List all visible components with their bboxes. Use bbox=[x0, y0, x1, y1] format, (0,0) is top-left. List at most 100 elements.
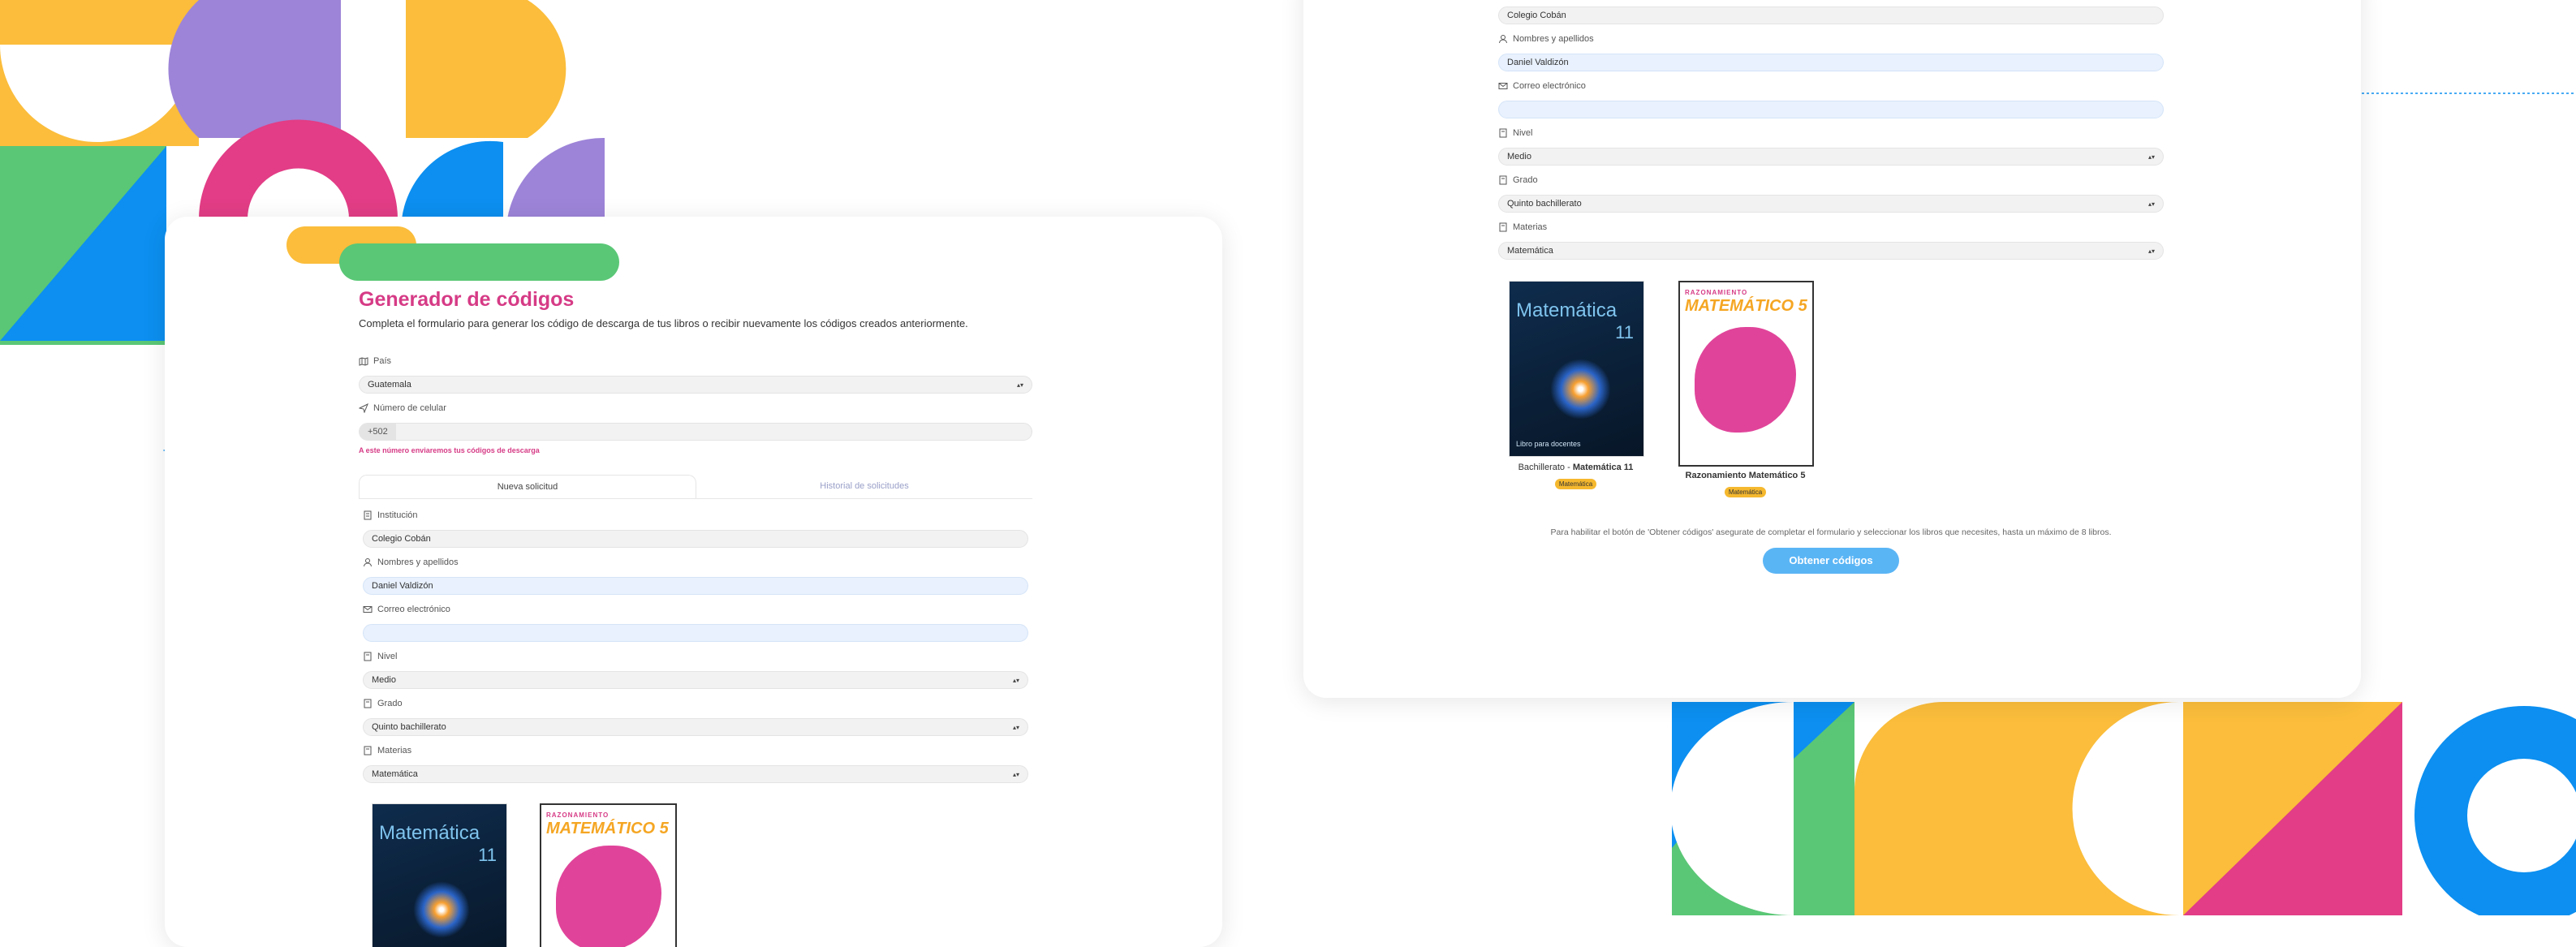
book-cover-matematica-11[interactable]: Matemática 11 Libro para docentes bbox=[1509, 281, 1644, 457]
book-badge-row-1: Matemática bbox=[1509, 476, 1643, 490]
user-icon bbox=[364, 558, 372, 567]
page-subtitle: Completa el formulario para generar los … bbox=[359, 317, 968, 329]
book-cover-razonamiento-5[interactable]: RAZONAMIENTO MATEMÁTICO 5 bbox=[1678, 281, 1814, 467]
code-generator-card: Generador de códigos Completa el formula… bbox=[165, 217, 1222, 947]
email-label: Correo electrónico bbox=[377, 605, 450, 614]
phone-prefix: +502 bbox=[360, 424, 396, 440]
institution-input[interactable]: Colegio Cobán bbox=[363, 530, 1028, 548]
subjects-label: Materias bbox=[1513, 222, 1548, 232]
country-value: Guatemala bbox=[368, 380, 411, 390]
select-caret-icon: ▴▾ bbox=[1012, 723, 1019, 731]
book-cover-top: RAZONAMIENTO bbox=[1685, 289, 1748, 296]
tab-request-history[interactable]: Historial de solicitudes bbox=[696, 475, 1032, 498]
help-text: Para habilitar el botón de 'Obtener códi… bbox=[1550, 527, 2112, 537]
name-value: Daniel Valdizón bbox=[1507, 58, 1569, 67]
book-icon bbox=[364, 652, 372, 661]
book-cover-title: Matemática bbox=[1516, 299, 1618, 321]
institution-label: Institución bbox=[377, 510, 418, 520]
select-caret-icon: ▴▾ bbox=[2147, 153, 2155, 161]
name-label-row: Nombres y apellidos bbox=[363, 557, 459, 567]
level-label-row: Nivel bbox=[1498, 128, 1532, 138]
email-label-row: Correo electrónico bbox=[1498, 81, 1586, 91]
level-select[interactable]: Medio ▴▾ bbox=[363, 671, 1028, 689]
subjects-select[interactable]: Matemática ▴▾ bbox=[1498, 242, 2164, 260]
geometric-pattern-bottom bbox=[1672, 702, 2576, 915]
grade-label: Grado bbox=[1513, 175, 1538, 185]
institution-value: Colegio Cobán bbox=[1507, 11, 1566, 20]
book-cover-top: RAZONAMIENTO bbox=[546, 811, 610, 819]
institution-label-row: Institución bbox=[363, 510, 418, 520]
book-cover-art bbox=[1695, 327, 1796, 433]
subjects-label-row: Materias bbox=[363, 746, 411, 755]
select-caret-icon: ▴▾ bbox=[2147, 200, 2155, 208]
book-icon bbox=[364, 746, 372, 755]
subjects-value: Matemática bbox=[1507, 246, 1553, 256]
book-caption-1: Bachillerato - Matemática 11 bbox=[1484, 463, 1667, 472]
book-cover-number: 11 bbox=[478, 845, 497, 865]
book-cover-caption: Libro para docentes bbox=[1516, 440, 1581, 448]
mail-icon bbox=[363, 606, 373, 613]
email-label-row: Correo electrónico bbox=[363, 605, 450, 614]
name-value: Daniel Valdizón bbox=[372, 581, 433, 591]
get-codes-button[interactable]: Obtener códigos bbox=[1763, 548, 1899, 574]
institution-input[interactable]: Colegio Cobán bbox=[1498, 6, 2164, 24]
book-cover-matematica-11[interactable]: Matemática 11 bbox=[372, 803, 507, 947]
email-label: Correo electrónico bbox=[1513, 81, 1586, 91]
dotted-connector-right bbox=[2362, 93, 2576, 94]
subjects-label: Materias bbox=[377, 746, 412, 755]
grade-select[interactable]: Quinto bachillerato ▴▾ bbox=[1498, 195, 2164, 213]
subjects-label-row: Materias bbox=[1498, 222, 1547, 232]
book-icon bbox=[364, 699, 372, 708]
mail-icon bbox=[1498, 83, 1508, 89]
book-cover-number: 11 bbox=[1615, 322, 1634, 342]
email-input[interactable] bbox=[1498, 101, 2164, 118]
select-caret-icon: ▴▾ bbox=[1016, 381, 1023, 389]
level-select[interactable]: Medio ▴▾ bbox=[1498, 148, 2164, 166]
country-label-row: País bbox=[359, 356, 391, 366]
grade-value: Quinto bachillerato bbox=[372, 722, 446, 732]
email-input[interactable] bbox=[363, 624, 1028, 642]
book-caption-2: Razonamiento Matemático 5 bbox=[1654, 471, 1837, 480]
select-caret-icon: ▴▾ bbox=[2147, 247, 2155, 255]
name-label-row: Nombres y apellidos bbox=[1498, 34, 1594, 44]
book-cover-art bbox=[413, 881, 470, 938]
book-caption-name: Razonamiento Matemático 5 bbox=[1685, 471, 1806, 480]
subjects-select[interactable]: Matemática ▴▾ bbox=[363, 765, 1028, 783]
name-input[interactable]: Daniel Valdizón bbox=[363, 577, 1028, 595]
level-label-row: Nivel bbox=[363, 652, 397, 661]
map-icon bbox=[359, 357, 368, 366]
level-label: Nivel bbox=[1513, 128, 1533, 138]
book-caption-name: Matemática 11 bbox=[1572, 463, 1634, 472]
grade-value: Quinto bachillerato bbox=[1507, 199, 1582, 209]
book-cover-razonamiento-5[interactable]: RAZONAMIENTO MATEMÁTICO 5 bbox=[540, 803, 677, 947]
book-badge-row-2: Matemática bbox=[1678, 484, 1812, 498]
book-icon bbox=[1499, 175, 1507, 185]
request-tabs: Nueva solicitud Historial de solicitudes bbox=[359, 475, 1032, 499]
book-cover-title: MATEMÁTICO 5 bbox=[546, 820, 669, 837]
level-label: Nivel bbox=[377, 652, 398, 661]
institution-value: Colegio Cobán bbox=[372, 534, 431, 544]
level-value: Medio bbox=[372, 675, 396, 685]
phone-field: +502 bbox=[359, 423, 1032, 441]
phone-label-row: Número de celular bbox=[359, 403, 446, 413]
book-cover-art bbox=[1550, 359, 1611, 420]
country-label: País bbox=[373, 356, 392, 366]
building-icon bbox=[364, 510, 372, 520]
tab-new-request[interactable]: Nueva solicitud bbox=[359, 475, 696, 498]
decorative-pill-green bbox=[339, 243, 619, 281]
select-caret-icon: ▴▾ bbox=[1012, 770, 1019, 778]
phone-label: Número de celular bbox=[373, 403, 446, 413]
select-caret-icon: ▴▾ bbox=[1012, 676, 1019, 684]
subjects-value: Matemática bbox=[372, 769, 418, 779]
book-cover-title: MATEMÁTICO 5 bbox=[1685, 297, 1807, 315]
grade-label-row: Grado bbox=[363, 699, 403, 708]
phone-hint: A este número enviaremos tus códigos de … bbox=[359, 446, 540, 454]
code-generator-card-scrolled: Colegio Cobán Nombres y apellidos Daniel… bbox=[1303, 0, 2361, 698]
country-select[interactable]: Guatemala ▴▾ bbox=[359, 376, 1032, 394]
grade-select[interactable]: Quinto bachillerato ▴▾ bbox=[363, 718, 1028, 736]
name-input[interactable]: Daniel Valdizón bbox=[1498, 54, 2164, 71]
book-cover-art bbox=[556, 846, 661, 947]
book-cover-title: Matemática bbox=[379, 822, 480, 844]
name-label: Nombres y apellidos bbox=[1513, 34, 1594, 44]
name-label: Nombres y apellidos bbox=[377, 557, 459, 567]
